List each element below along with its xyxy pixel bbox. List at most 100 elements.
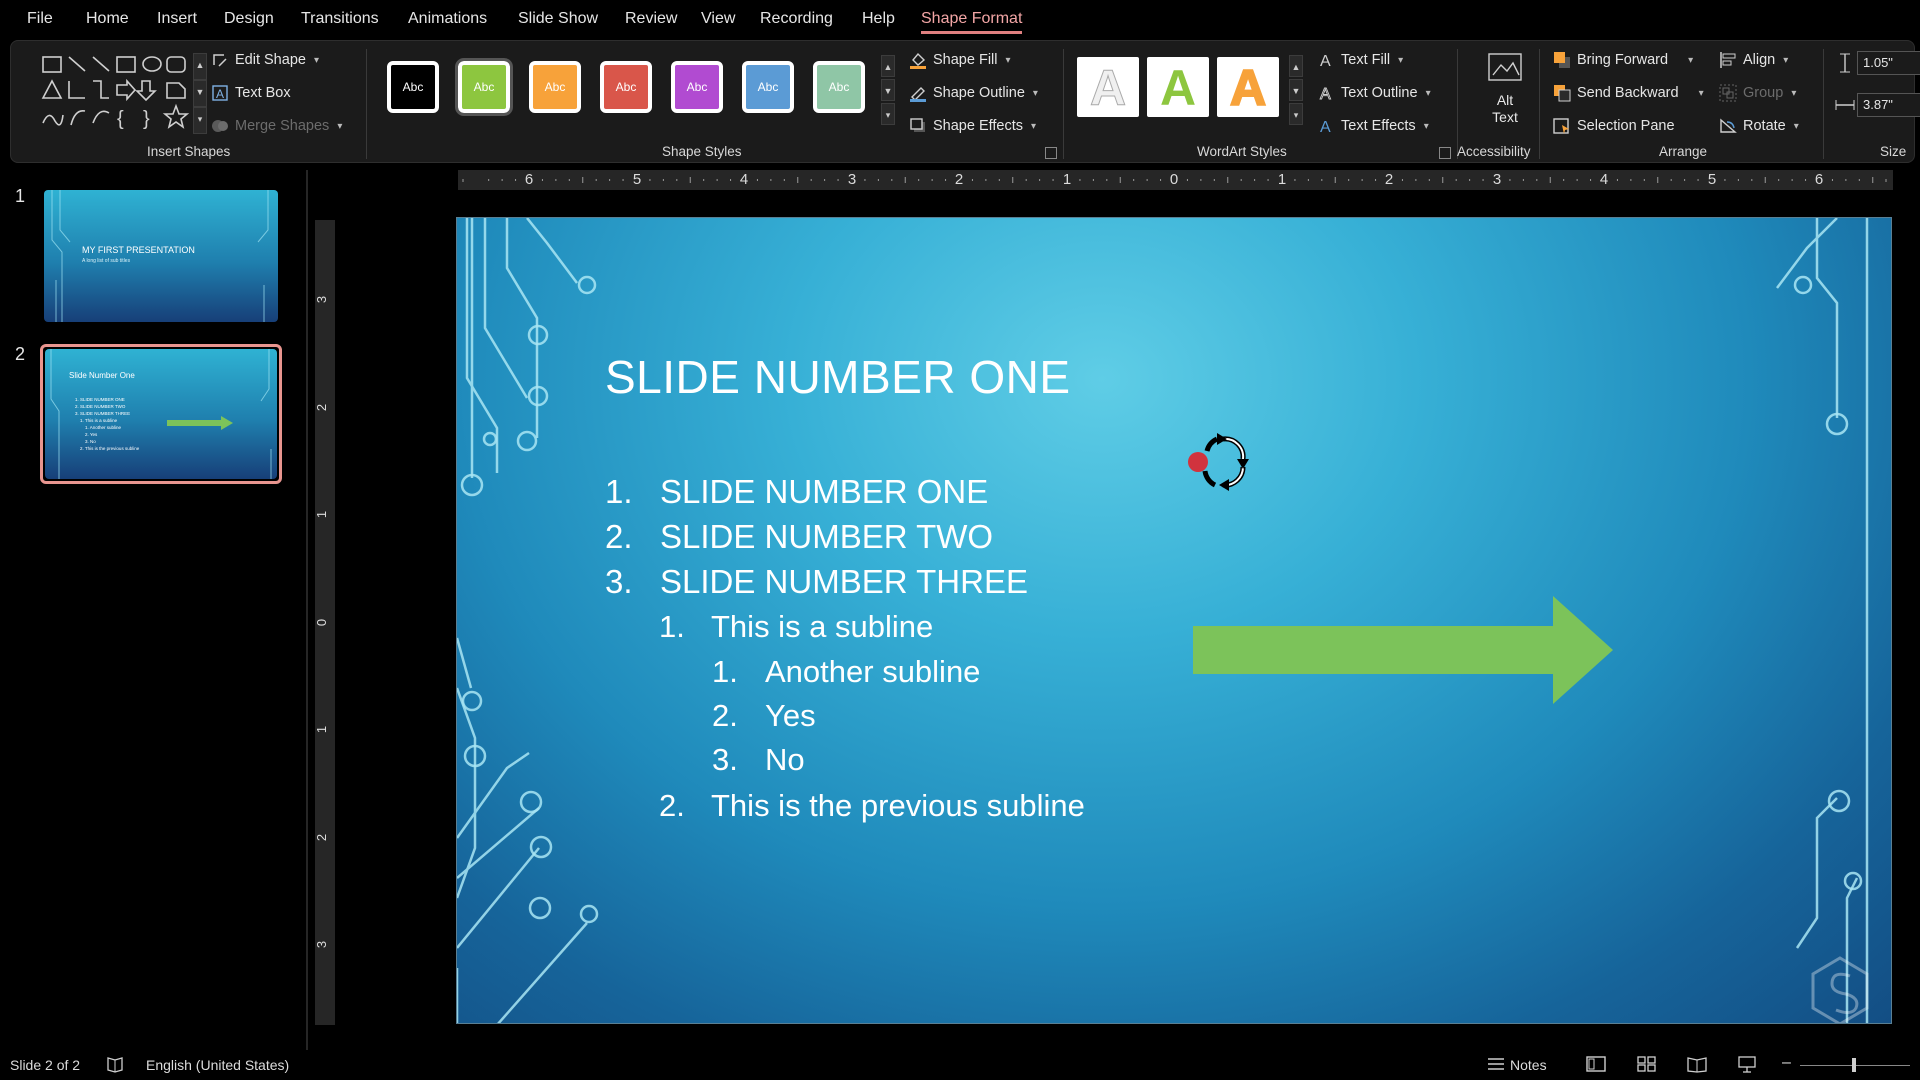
menu-recording[interactable]: Recording [760, 10, 833, 28]
menu-animations[interactable]: Animations [408, 10, 487, 28]
shape-style-green[interactable]: Abc [455, 58, 513, 116]
slide-thumbnail-2[interactable]: Slide Number One 1. SLIDE NUMBER ONE 2. … [45, 349, 277, 479]
zoom-slider-thumb[interactable] [1852, 1058, 1856, 1072]
text-effects-button[interactable]: A Text Effects ▾ [1317, 115, 1429, 137]
pentagon-shape-icon [166, 82, 186, 99]
text-fill-button[interactable]: A Text Fill ▾ [1317, 49, 1403, 71]
text-box-label: Text Box [235, 85, 291, 101]
shape-style-red[interactable]: Abc [600, 61, 652, 113]
list-number: 1. [605, 473, 633, 510]
text-fill-icon: A [1317, 51, 1335, 70]
shape-style-black[interactable]: Abc [387, 61, 439, 113]
alt-text-icon [1488, 53, 1522, 81]
list-number: 2. [605, 518, 633, 555]
arc-shape-icon [92, 110, 110, 124]
slide-sorter-icon[interactable] [1637, 1055, 1657, 1076]
svg-text:{: { [117, 108, 124, 130]
wordart-scroll-up[interactable]: ▲ [1289, 55, 1303, 77]
language-indicator[interactable]: English (United States) [146, 1057, 289, 1073]
svg-text:A: A [1320, 86, 1331, 102]
merge-shapes-button[interactable]: Merge Shapes ▾ [211, 115, 342, 137]
menu-transitions[interactable]: Transitions [301, 10, 379, 28]
send-backward-label: Send Backward [1577, 85, 1679, 101]
chevron-down-icon: ▾ [1791, 87, 1797, 99]
text-outline-button[interactable]: A Text Outline ▾ [1317, 82, 1431, 104]
slide-show-icon[interactable] [1737, 1055, 1757, 1076]
ruler-label: 3 [314, 295, 330, 304]
menu-shape-format[interactable]: Shape Format [921, 10, 1023, 34]
shape-outline-button[interactable]: Shape Outline ▾ [909, 82, 1038, 104]
styles-scroll-down[interactable]: ▼ [881, 79, 895, 101]
send-backward-icon [1553, 84, 1571, 102]
edit-shape-button[interactable]: Edit Shape ▾ [211, 49, 319, 71]
gallery-more[interactable]: ▾ [193, 107, 207, 134]
alt-text-label-2: Text [1492, 109, 1518, 125]
list-text: SLIDE NUMBER THREE [660, 563, 1028, 600]
send-backward-button[interactable]: Send Backward ▾ [1553, 82, 1704, 104]
normal-view-icon[interactable] [1586, 1055, 1606, 1076]
ruler-label: 2 [1384, 171, 1394, 188]
shape-width-input[interactable]: 3.87" [1857, 93, 1920, 117]
accessibility-check-icon[interactable] [106, 1055, 124, 1076]
rotate-cursor [1188, 433, 1249, 491]
bring-forward-button[interactable]: Bring Forward ▾ [1553, 49, 1693, 71]
shape-fill-button[interactable]: Shape Fill ▾ [909, 49, 1011, 71]
menu-help[interactable]: Help [862, 10, 895, 28]
styles-more[interactable]: ▾ [881, 103, 895, 125]
selection-pane-button[interactable]: Selection Pane [1553, 115, 1675, 137]
reading-view-icon[interactable] [1687, 1055, 1707, 1076]
styles-scroll-up[interactable]: ▲ [881, 55, 895, 77]
thumbnail-number: 2 [15, 344, 26, 364]
shape-style-orange[interactable]: Abc [529, 61, 581, 113]
slide-indicator: Slide 2 of 2 [10, 1057, 81, 1073]
wordart-scroll-down[interactable]: ▼ [1289, 79, 1303, 101]
wordart-more[interactable]: ▾ [1289, 103, 1303, 125]
menu-home[interactable]: Home [86, 10, 129, 28]
alt-text-button[interactable]: Alt Text [1473, 51, 1537, 131]
menu-design[interactable]: Design [224, 10, 274, 28]
menu-view[interactable]: View [701, 10, 735, 28]
slide-canvas[interactable]: SLIDE NUMBER ONE 1. SLIDE NUMBER ONE 2. SL… [456, 217, 1892, 1024]
green-arrow-shape[interactable] [1193, 596, 1613, 716]
menu-insert[interactable]: Insert [157, 10, 197, 28]
menu-file[interactable]: File [27, 10, 53, 28]
thumbnail-number: 1 [15, 186, 26, 206]
oval-shape-icon [142, 56, 162, 72]
thumbnail-subtitle: A long list of sub titles [82, 258, 131, 264]
menu-slide-show[interactable]: Slide Show [518, 10, 598, 28]
wordart-dialog-launcher[interactable] [1439, 147, 1451, 159]
notes-icon[interactable] [1486, 1055, 1506, 1076]
shape-style-teal[interactable]: Abc [813, 61, 865, 113]
shape-styles-dialog-launcher[interactable] [1045, 147, 1057, 159]
shapes-gallery-icons[interactable]: { } [29, 53, 199, 135]
chevron-down-icon: ▾ [1793, 120, 1799, 132]
zoom-out-icon[interactable]: – [1782, 1054, 1791, 1072]
wordart-style-orange-outline[interactable]: A [1217, 57, 1279, 117]
rotate-button[interactable]: Rotate ▾ [1719, 115, 1799, 137]
shape-height-input[interactable]: 1.05" [1857, 51, 1920, 75]
align-button[interactable]: Align ▾ [1719, 49, 1788, 71]
elbow-connector-shape-icon [93, 80, 109, 99]
menu-review[interactable]: Review [625, 10, 677, 28]
shape-style-purple[interactable]: Abc [671, 61, 723, 113]
pane-divider[interactable] [306, 170, 308, 1050]
slide-thumbnail-1[interactable]: MY FIRST PRESENTATION A long list of sub… [44, 190, 278, 322]
gallery-scroll-down[interactable]: ▼ [193, 80, 207, 107]
vertical-ruler[interactable]: 3 2 1 0 1 2 3 [314, 220, 335, 1025]
svg-text:A: A [1320, 119, 1331, 135]
shapes-gallery: { } ▲ ▼ ▾ [29, 53, 207, 135]
notes-button[interactable]: Notes [1510, 1057, 1547, 1073]
svg-text:A: A [1320, 53, 1331, 69]
gallery-scroll-up[interactable]: ▲ [193, 53, 207, 80]
wordart-style-green[interactable]: A [1147, 57, 1209, 117]
click-indicator [1188, 452, 1208, 472]
shape-style-blue[interactable]: Abc [742, 61, 794, 113]
horizontal-ruler[interactable]: 6 5 4 3 2 1 0 1 2 3 4 5 6 [458, 170, 1893, 190]
rounded-rectangle-shape-icon [166, 56, 186, 73]
text-box-button[interactable]: A Text Box [211, 82, 291, 104]
slide-title[interactable]: SLIDE NUMBER ONE [605, 350, 1071, 404]
thumbnail-title: Slide Number One [69, 371, 135, 380]
group-button[interactable]: Group ▾ [1719, 82, 1796, 104]
wordart-style-plain[interactable]: A [1077, 57, 1139, 117]
shape-effects-button[interactable]: Shape Effects ▾ [909, 115, 1036, 137]
